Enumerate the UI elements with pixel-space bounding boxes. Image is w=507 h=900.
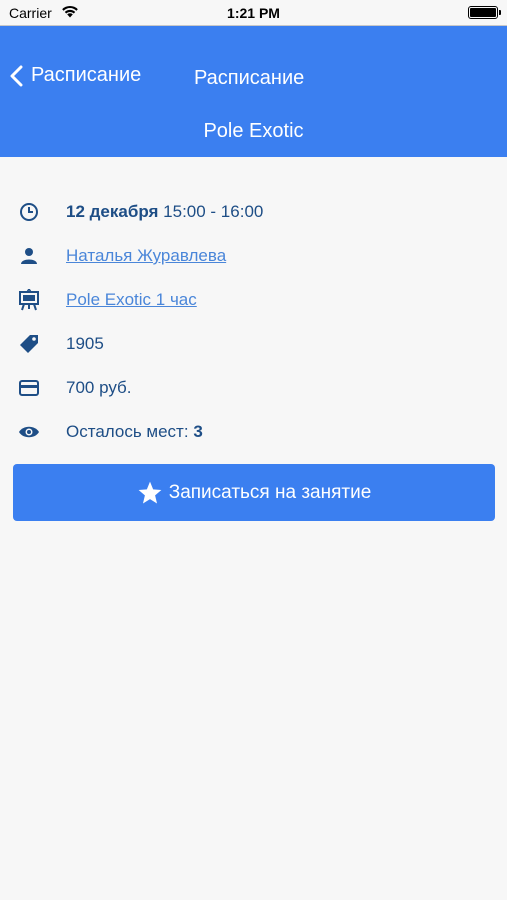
person-icon bbox=[18, 245, 40, 267]
credit-card-icon bbox=[18, 377, 40, 399]
instructor-link[interactable]: Наталья Журавлева bbox=[66, 246, 226, 265]
back-button-label: Расписание bbox=[31, 64, 142, 86]
class-time-range: 15:00 - 16:00 bbox=[163, 202, 264, 221]
tag-icon bbox=[18, 333, 40, 355]
page-title: Pole Exotic bbox=[203, 120, 304, 142]
status-time: 1:21 PM bbox=[227, 5, 280, 21]
back-button[interactable]: Расписание bbox=[9, 64, 141, 87]
class-code: 1905 bbox=[66, 334, 104, 353]
class-info-list: 12 декабря 15:00 - 16:00 Наталья Журавле… bbox=[0, 190, 507, 454]
class-price: 700 руб. bbox=[66, 378, 132, 397]
info-row-seats: Осталось мест: 3 bbox=[0, 410, 507, 454]
nav-title: Расписание bbox=[194, 67, 305, 89]
seats-label: Осталось мест: bbox=[66, 422, 189, 441]
signup-button[interactable]: Записаться на занятие bbox=[13, 464, 495, 521]
status-bar: Carrier 1:21 PM bbox=[0, 0, 507, 26]
battery-icon bbox=[468, 6, 501, 19]
navigation-bar: Расписание Расписание Pole Exotic bbox=[0, 26, 507, 157]
info-row-instructor: Наталья Журавлева bbox=[0, 234, 507, 278]
chevron-left-icon bbox=[9, 65, 23, 87]
star-icon bbox=[137, 480, 163, 506]
signup-button-label: Записаться на занятие bbox=[168, 481, 372, 503]
class-link[interactable]: Pole Exotic 1 час bbox=[66, 290, 197, 309]
info-row-price: 700 руб. bbox=[0, 366, 507, 410]
info-row-datetime: 12 декабря 15:00 - 16:00 bbox=[0, 190, 507, 234]
eye-icon bbox=[18, 421, 40, 443]
info-row-code: 1905 bbox=[0, 322, 507, 366]
seats-count: 3 bbox=[193, 422, 203, 441]
info-row-class: Pole Exotic 1 час bbox=[0, 278, 507, 322]
easel-icon bbox=[18, 289, 40, 311]
clock-icon bbox=[18, 201, 40, 223]
class-date: 12 декабря bbox=[66, 202, 159, 221]
